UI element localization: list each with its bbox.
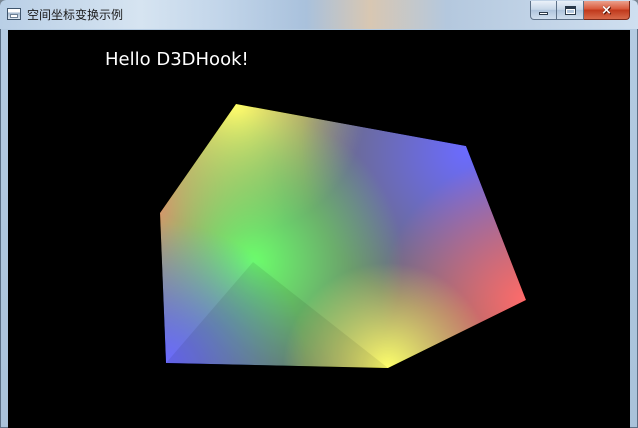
title-bar[interactable]: 空间坐标变换示例 × — [0, 0, 638, 29]
minimize-button[interactable] — [530, 1, 557, 20]
application-window-icon[interactable] — [7, 8, 21, 20]
application-window: 空间坐标变换示例 × Hello D3DHook! — [0, 0, 638, 428]
overlay-hello-text: Hello D3DHook! — [105, 49, 249, 70]
minimize-icon — [539, 12, 548, 15]
maximize-button[interactable] — [557, 1, 584, 20]
maximize-icon — [564, 5, 576, 15]
cube-scene — [160, 104, 526, 368]
render-viewport[interactable]: Hello D3DHook! — [8, 30, 630, 428]
close-button[interactable]: × — [584, 1, 630, 20]
rgb-cube — [160, 104, 526, 368]
close-icon: × — [601, 2, 612, 18]
window-title: 空间坐标变换示例 — [27, 8, 124, 22]
